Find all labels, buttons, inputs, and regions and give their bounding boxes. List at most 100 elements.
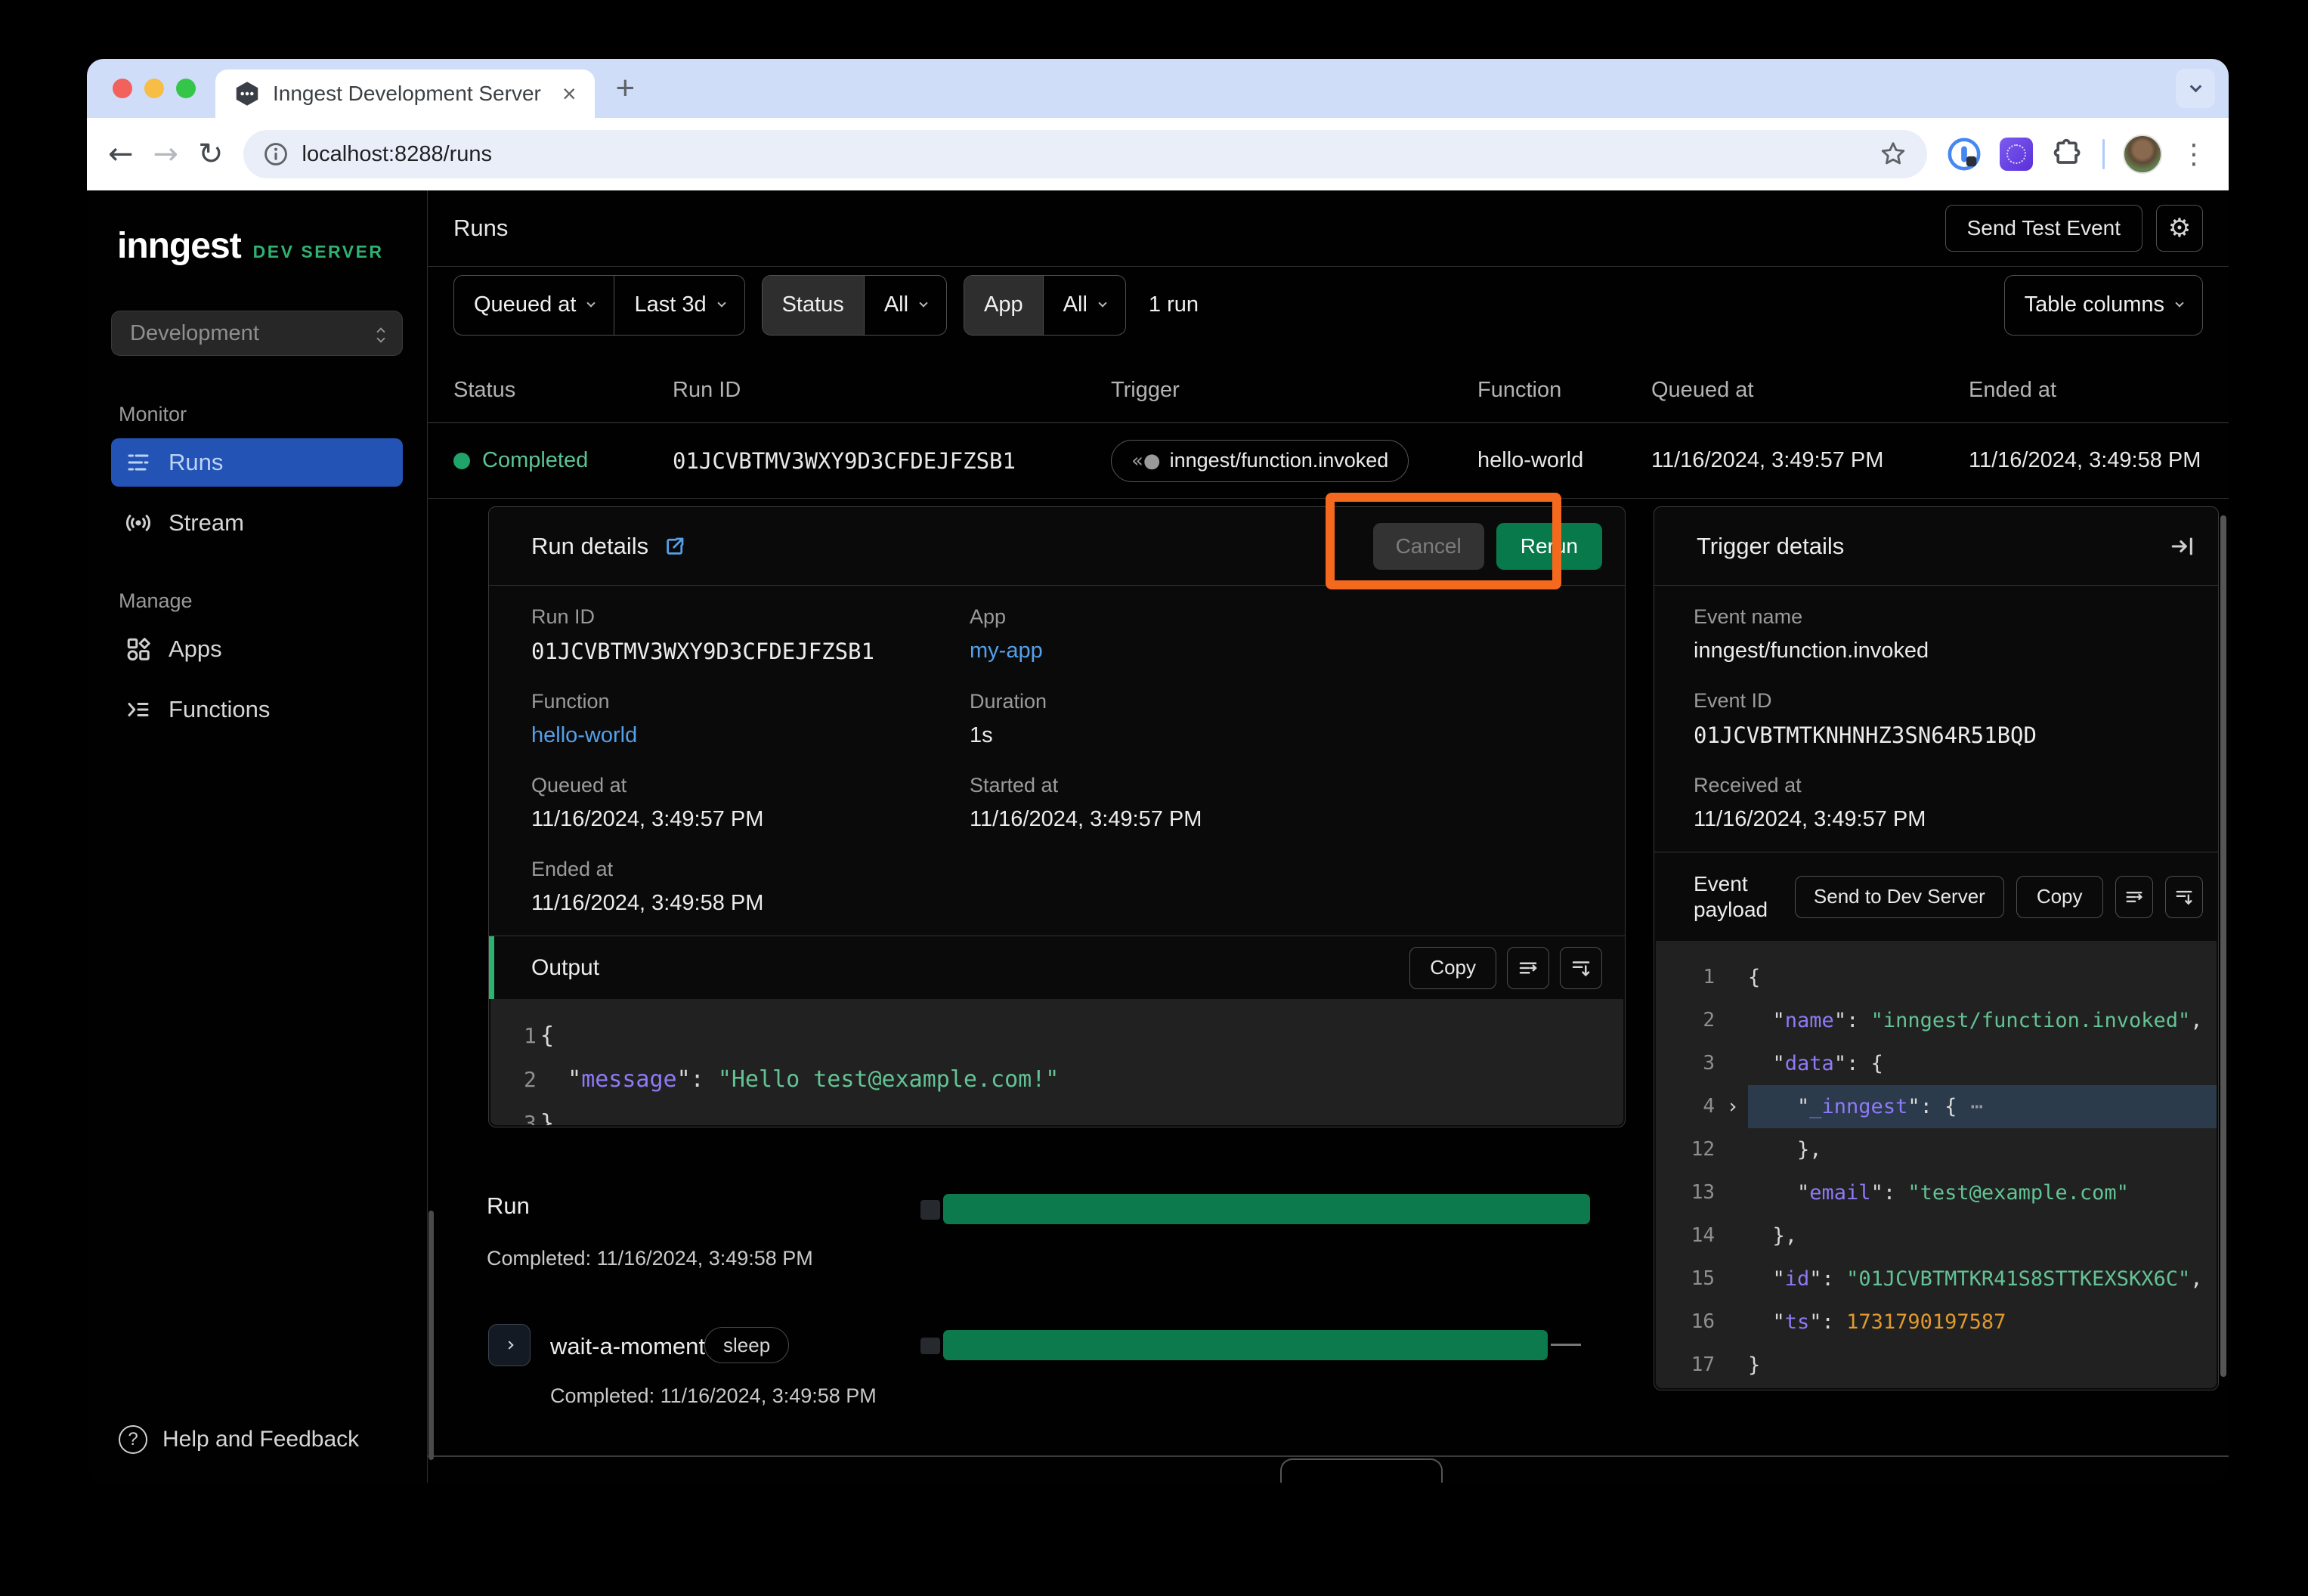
payload-word-wrap-button[interactable] [2115,876,2153,918]
dev-server-badge: DEV SERVER [253,242,384,262]
scroll-down-icon [2173,886,2195,908]
bottom-divider [428,1455,2229,1457]
help-and-feedback[interactable]: ? Help and Feedback [119,1425,359,1454]
sidebar-item-label: Runs [169,449,223,476]
panel-scrollbar[interactable] [2220,515,2226,1377]
rerun-button[interactable]: Rerun [1496,523,1602,570]
sidebar-item-stream[interactable]: Stream [111,499,403,547]
payload-scroll-to-bottom-button[interactable] [2165,876,2203,918]
status-filter[interactable]: Status All [762,275,947,336]
code-line: 15 "id": "01JCVBTMTKR41S8STTKEXSKX6C", [1656,1257,2217,1301]
expand-step-button[interactable] [488,1324,531,1366]
main-scrollbar[interactable] [428,1211,434,1460]
started-at-value: 11/16/2024, 3:49:57 PM [970,807,1582,832]
chevron-down-icon [717,298,726,307]
sidebar-item-label: Apps [169,636,222,663]
copy-output-button[interactable]: Copy [1409,947,1496,989]
load-more-button-partial[interactable] [1280,1458,1443,1483]
back-icon[interactable]: ← [108,137,134,172]
new-tab-button[interactable]: + [616,70,636,107]
code-line: 2 "message": "Hello test@example.com!" [490,1058,1623,1102]
status-filter-label: Status [763,276,864,335]
duration-label: Duration [970,690,1582,713]
trigger-details-title: Trigger details [1697,533,1844,560]
function-label: Function [531,690,970,713]
tab-close-icon[interactable]: × [562,80,577,108]
app-filter-value[interactable]: All [1044,276,1125,335]
scroll-down-icon [1570,957,1592,979]
duration-value: 1s [970,723,1582,748]
sidebar-item-runs[interactable]: Runs [111,438,403,487]
browser-tab[interactable]: Inngest Development Server × [215,70,595,118]
timeline-step-bar[interactable] [943,1330,1548,1360]
queued-at-field-select[interactable]: Queued at [454,276,614,335]
output-accent-bar [489,936,494,999]
event-payload-code-block[interactable]: 1{ 2 "name": "inngest/function.invoked",… [1656,941,2217,1388]
url-text[interactable]: localhost:8288/runs [302,142,493,167]
onepassword-extension-icon[interactable] [1947,137,1982,172]
queued-at-cell: 11/16/2024, 3:49:57 PM [1651,448,1969,473]
column-header-function: Function [1477,378,1651,403]
sidebar-item-apps[interactable]: Apps [111,625,403,673]
code-line: 2 "name": "inngest/function.invoked", [1656,999,2217,1042]
queued-at-label: Queued at [474,292,576,317]
tab-search-button[interactable] [2176,69,2215,108]
sidebar-item-functions[interactable]: Functions [111,685,403,734]
table-row[interactable]: Completed 01JCVBTMV3WXY9D3CFDEJFZSB1 «● … [428,423,2229,499]
minimize-window-button[interactable] [144,79,164,98]
address-bar[interactable]: localhost:8288/runs [243,130,1927,178]
bookmark-star-icon[interactable] [1879,140,1907,169]
send-to-dev-server-button[interactable]: Send to Dev Server [1795,876,2004,918]
extensions-puzzle-icon[interactable] [2051,138,2084,171]
function-link[interactable]: hello-world [531,723,970,748]
timeline-run-label: Run [487,1192,530,1220]
environment-label: Development [130,321,259,346]
forward-icon[interactable]: → [153,137,179,172]
window-controls[interactable] [113,79,196,98]
cancel-button[interactable]: Cancel [1373,523,1484,570]
started-at-label: Started at [970,774,1582,797]
ended-at-label: Ended at [531,858,970,881]
output-code-block[interactable]: 1{ 2 "message": "Hello test@example.com!… [490,999,1623,1125]
app-link[interactable]: my-app [970,639,1582,663]
trigger-badge[interactable]: «● inngest/function.invoked [1111,440,1409,482]
profile-avatar[interactable] [2123,135,2162,174]
expand-chevron-icon[interactable] [1715,1085,1748,1128]
reload-icon[interactable]: ↻ [198,137,224,172]
ended-at-cell: 11/16/2024, 3:49:58 PM [1969,448,2203,473]
apps-icon [125,636,152,663]
external-link-icon[interactable] [664,535,686,558]
zoom-window-button[interactable] [176,79,196,98]
output-header: Output Copy [489,936,1625,999]
help-icon: ? [119,1425,147,1454]
received-at-label: Received at [1694,774,2179,797]
browser-window: Inngest Development Server × + ← → ↻ loc… [87,59,2229,1483]
timeline-step-tick [1551,1344,1581,1346]
status-filter-value[interactable]: All [865,276,946,335]
copy-payload-button[interactable]: Copy [2016,876,2103,918]
column-header-status: Status [453,378,673,403]
environment-selector[interactable]: Development [111,311,403,356]
sleep-badge: sleep [704,1327,789,1363]
event-payload-header: Event payload Send to Dev Server Copy [1654,852,2218,941]
browser-toolbar: ← → ↻ localhost:8288/runs ⋮ [87,118,2229,190]
page-title: Runs [453,215,508,242]
table-header: Status Run ID Trigger Function Queued at… [428,343,2229,423]
site-info-icon[interactable] [263,141,289,167]
column-header-queued-at: Queued at [1651,378,1969,403]
queued-at-filter[interactable]: Queued at Last 3d [453,275,745,336]
table-columns-button[interactable]: Table columns [2004,275,2203,336]
time-range-select[interactable]: Last 3d [614,276,744,335]
send-test-event-button[interactable]: Send Test Event [1945,205,2142,252]
timeline-run-bar[interactable] [943,1194,1590,1224]
app-filter[interactable]: App All [964,275,1126,336]
scroll-to-bottom-button[interactable] [1560,947,1602,989]
run-id-value: 01JCVBTMV3WXY9D3CFDEJFZSB1 [531,639,970,664]
close-window-button[interactable] [113,79,132,98]
collapse-panel-icon[interactable] [2170,534,2195,559]
browser-menu-icon[interactable]: ⋮ [2180,139,2207,170]
purple-extension-icon[interactable] [2000,138,2033,171]
word-wrap-button[interactable] [1507,947,1549,989]
code-line-collapsed[interactable]: 4 "_inngest": { ⋯ [1656,1085,2217,1128]
settings-gear-button[interactable]: ⚙ [2156,205,2203,252]
